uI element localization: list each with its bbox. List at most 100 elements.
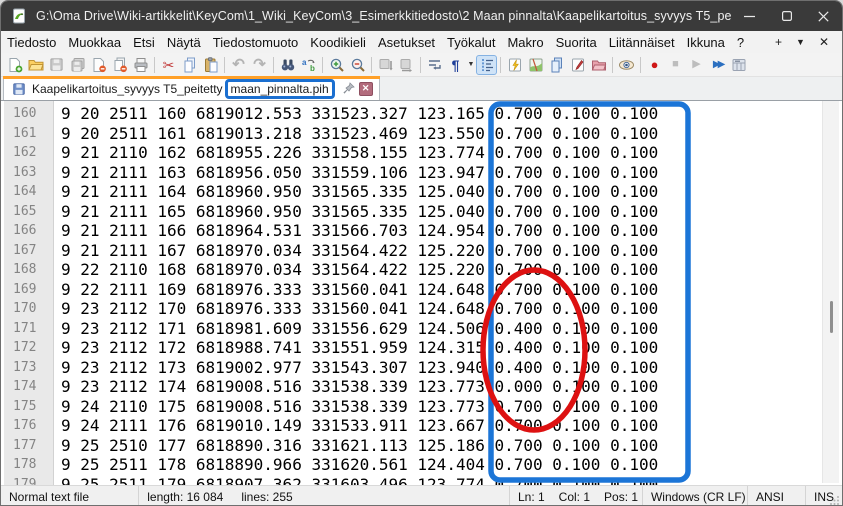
text-editor[interactable]: 1609 20 2511 160 6819012.553 331523.327 … bbox=[1, 101, 842, 485]
code-line[interactable]: 1649 21 2111 164 6818960.950 331565.335 … bbox=[1, 182, 821, 202]
open-file-button[interactable] bbox=[25, 55, 46, 75]
code-line[interactable]: 1709 23 2112 170 6818976.333 331560.041 … bbox=[1, 299, 821, 319]
code-line[interactable]: 1659 21 2111 165 6818960.950 331565.335 … bbox=[1, 202, 821, 222]
line-text[interactable]: 9 25 2511 179 6818907.362 331603.496 123… bbox=[54, 475, 658, 486]
menu-tiedostomuoto[interactable]: Tiedostomuoto bbox=[207, 33, 305, 52]
line-text[interactable]: 9 23 2112 172 6818988.741 331551.959 124… bbox=[54, 338, 658, 358]
status-encoding[interactable]: ANSI bbox=[748, 486, 806, 506]
code-line[interactable]: 1789 25 2511 178 6818890.966 331620.561 … bbox=[1, 455, 821, 475]
replace-button[interactable]: ab bbox=[298, 55, 319, 75]
close-file-button[interactable] bbox=[88, 55, 109, 75]
show-symbols-button[interactable]: ¶ bbox=[445, 55, 466, 75]
save-all-button[interactable] bbox=[67, 55, 88, 75]
line-text[interactable]: 9 24 2110 175 6819008.516 331538.339 123… bbox=[54, 397, 658, 417]
line-text[interactable]: 9 21 2111 163 6818956.050 331559.106 123… bbox=[54, 163, 658, 183]
document-map-button[interactable] bbox=[525, 55, 546, 75]
menu-liitannaiset[interactable]: Liitännäiset bbox=[603, 33, 681, 52]
new-file-button[interactable] bbox=[4, 55, 25, 75]
cut-button[interactable]: ✂ bbox=[158, 55, 179, 75]
indent-guide-button[interactable] bbox=[476, 55, 497, 75]
code-line[interactable]: 1749 23 2112 174 6819008.516 331538.339 … bbox=[1, 377, 821, 397]
line-text[interactable]: 9 21 2111 166 6818964.531 331566.703 124… bbox=[54, 221, 658, 241]
menu-nayta[interactable]: Näytä bbox=[161, 33, 207, 52]
code-line[interactable]: 1769 24 2111 176 6819010.149 331533.911 … bbox=[1, 416, 821, 436]
edit-macro-button[interactable] bbox=[567, 55, 588, 75]
line-text[interactable]: 9 20 2511 161 6819013.218 331523.469 123… bbox=[54, 124, 658, 144]
menu-close-button[interactable]: ✕ bbox=[812, 35, 836, 49]
line-text[interactable]: 9 23 2112 171 6818981.609 331556.629 124… bbox=[54, 319, 658, 339]
document-switcher-button[interactable] bbox=[546, 55, 567, 75]
code-line[interactable]: 1609 20 2511 160 6819012.553 331523.327 … bbox=[1, 104, 821, 124]
close-all-button[interactable] bbox=[109, 55, 130, 75]
code-line[interactable]: 1629 21 2110 162 6818955.226 331558.155 … bbox=[1, 143, 821, 163]
folder-workspace-button[interactable] bbox=[588, 55, 609, 75]
line-text[interactable]: 9 25 2511 178 6818890.966 331620.561 124… bbox=[54, 455, 658, 475]
menu-muokkaa[interactable]: Muokkaa bbox=[62, 33, 127, 52]
line-text[interactable]: 9 25 2510 177 6818890.316 331621.113 125… bbox=[54, 436, 658, 456]
undo-button[interactable]: ↶ bbox=[228, 55, 249, 75]
menu-etsi[interactable]: Etsi bbox=[127, 33, 161, 52]
record-macro-button[interactable]: ● bbox=[644, 55, 665, 75]
redo-button[interactable]: ↷ bbox=[249, 55, 270, 75]
menu-suorita[interactable]: Suorita bbox=[550, 33, 603, 52]
line-text[interactable]: 9 23 2112 173 6819002.977 331543.307 123… bbox=[54, 358, 658, 378]
menu-tyokalut[interactable]: Työkalut bbox=[441, 33, 501, 52]
save-button[interactable] bbox=[46, 55, 67, 75]
status-eol-format[interactable]: Windows (CR LF) bbox=[643, 486, 748, 506]
code-line[interactable]: 1799 25 2511 179 6818907.362 331603.496 … bbox=[1, 475, 821, 486]
menu-dropdown-button[interactable]: ▼ bbox=[789, 37, 812, 47]
line-text[interactable]: 9 22 2111 169 6818976.333 331560.041 124… bbox=[54, 280, 658, 300]
stop-macro-button[interactable]: ■ bbox=[665, 55, 686, 75]
paste-button[interactable] bbox=[200, 55, 221, 75]
macro-grid-button[interactable] bbox=[728, 55, 749, 75]
run-macro-multiple-button[interactable]: ▶▶ bbox=[707, 55, 728, 75]
play-macro-button[interactable]: ▶ bbox=[686, 55, 707, 75]
code-line[interactable]: 1619 20 2511 161 6819013.218 331523.469 … bbox=[1, 124, 821, 144]
sync-horizontal-button[interactable] bbox=[396, 55, 417, 75]
view-eye-button[interactable] bbox=[616, 55, 637, 75]
find-button[interactable] bbox=[277, 55, 298, 75]
close-window-button[interactable] bbox=[805, 1, 842, 31]
function-list-button[interactable] bbox=[504, 55, 525, 75]
code-line[interactable]: 1779 25 2510 177 6818890.316 331621.113 … bbox=[1, 436, 821, 456]
print-button[interactable] bbox=[130, 55, 151, 75]
code-line[interactable]: 1689 22 2110 168 6818970.034 331564.422 … bbox=[1, 260, 821, 280]
vertical-scrollbar[interactable] bbox=[822, 101, 839, 483]
close-tab-button[interactable]: ✕ bbox=[359, 82, 373, 96]
code-line[interactable]: 1759 24 2110 175 6819008.516 331538.339 … bbox=[1, 397, 821, 417]
line-text[interactable]: 9 20 2511 160 6819012.553 331523.327 123… bbox=[54, 104, 658, 124]
menu-asetukset[interactable]: Asetukset bbox=[372, 33, 441, 52]
tab-kaapelikartoitus[interactable]: Kaapelikartoitus_syvyys T5_peitetty maan… bbox=[3, 76, 380, 100]
pin-tab-icon[interactable] bbox=[343, 82, 355, 95]
menu-ikkuna[interactable]: Ikkuna bbox=[681, 33, 731, 52]
code-line[interactable]: 1699 22 2111 169 6818976.333 331560.041 … bbox=[1, 280, 821, 300]
word-wrap-button[interactable] bbox=[424, 55, 445, 75]
sync-vertical-button[interactable] bbox=[375, 55, 396, 75]
line-text[interactable]: 9 23 2112 170 6818976.333 331560.041 124… bbox=[54, 299, 658, 319]
line-text[interactable]: 9 21 2111 164 6818960.950 331565.335 125… bbox=[54, 182, 658, 202]
code-line[interactable]: 1669 21 2111 166 6818964.531 331566.703 … bbox=[1, 221, 821, 241]
menu-koodikieli[interactable]: Koodikieli bbox=[304, 33, 372, 52]
menu-help[interactable]: ? bbox=[731, 33, 750, 52]
line-text[interactable]: 9 21 2111 165 6818960.950 331565.335 125… bbox=[54, 202, 658, 222]
code-line[interactable]: 1719 23 2112 171 6818981.609 331556.629 … bbox=[1, 319, 821, 339]
zoom-in-button[interactable] bbox=[326, 55, 347, 75]
menu-tiedosto[interactable]: Tiedosto bbox=[1, 33, 62, 52]
scrollbar-thumb[interactable] bbox=[830, 301, 833, 333]
menu-add-button[interactable]: + bbox=[768, 35, 789, 49]
symbols-dropdown-button[interactable]: ▼ bbox=[466, 61, 476, 68]
line-text[interactable]: 9 24 2111 176 6819010.149 331533.911 123… bbox=[54, 416, 658, 436]
menu-makro[interactable]: Makro bbox=[501, 33, 549, 52]
line-text[interactable]: 9 23 2112 174 6819008.516 331538.339 123… bbox=[54, 377, 658, 397]
code-line[interactable]: 1639 21 2111 163 6818956.050 331559.106 … bbox=[1, 163, 821, 183]
code-line[interactable]: 1729 23 2112 172 6818988.741 331551.959 … bbox=[1, 338, 821, 358]
line-text[interactable]: 9 22 2110 168 6818970.034 331564.422 125… bbox=[54, 260, 658, 280]
line-text[interactable]: 9 21 2111 167 6818970.034 331564.422 125… bbox=[54, 241, 658, 261]
code-line[interactable]: 1739 23 2112 173 6819002.977 331543.307 … bbox=[1, 358, 821, 378]
zoom-out-button[interactable] bbox=[347, 55, 368, 75]
line-text[interactable]: 9 21 2110 162 6818955.226 331558.155 123… bbox=[54, 143, 658, 163]
code-line[interactable]: 1679 21 2111 167 6818970.034 331564.422 … bbox=[1, 241, 821, 261]
maximize-button[interactable] bbox=[768, 1, 805, 31]
copy-button[interactable] bbox=[179, 55, 200, 75]
minimize-button[interactable] bbox=[731, 1, 768, 31]
